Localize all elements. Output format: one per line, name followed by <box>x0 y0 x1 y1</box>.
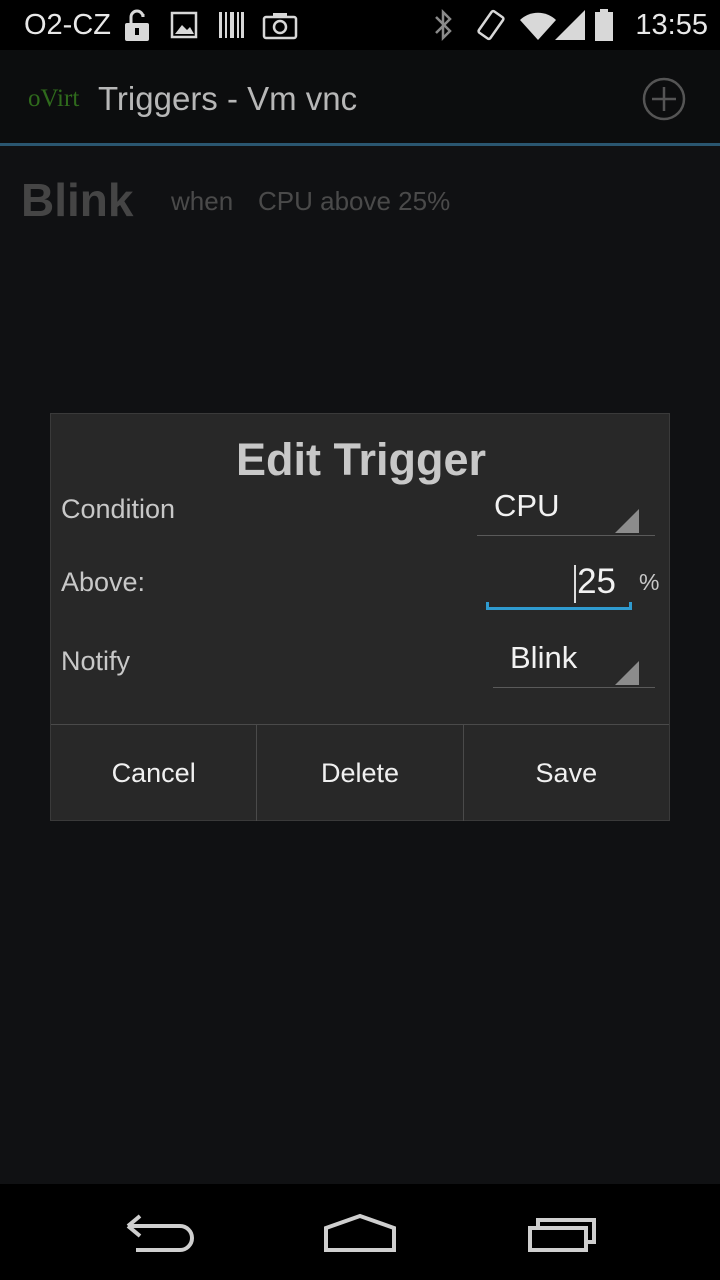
image-icon <box>170 11 198 39</box>
clock: 13:55 <box>635 9 708 41</box>
add-trigger-button[interactable] <box>640 75 688 123</box>
back-icon[interactable] <box>124 1208 196 1258</box>
dialog-title: Edit Trigger <box>235 434 487 485</box>
trigger-condition: CPU above 25% <box>258 186 451 216</box>
ovirt-logo: oVirt <box>28 85 80 112</box>
dialog-button-bar: Cancel Delete Save <box>51 724 669 821</box>
battery-icon <box>595 9 613 41</box>
condition-spinner[interactable]: CPU <box>477 488 655 536</box>
trigger-when-label: when <box>171 186 234 216</box>
bluetooth-icon <box>435 8 452 42</box>
action-bar: oVirt Triggers - Vm vnc <box>0 50 720 143</box>
above-value: 25 <box>577 562 616 601</box>
save-button[interactable]: Save <box>462 725 669 821</box>
above-threshold-input[interactable]: 25 <box>486 562 632 610</box>
condition-label: Condition <box>61 494 176 524</box>
carrier-label: O2-CZ <box>24 9 111 41</box>
home-icon[interactable] <box>322 1208 398 1258</box>
condition-value: CPU <box>494 488 560 523</box>
notify-spinner[interactable]: Blink <box>493 640 655 688</box>
trigger-notify-type: Blink <box>21 174 134 226</box>
page-title: Triggers - Vm vnc <box>98 80 358 117</box>
spinner-arrow-icon <box>615 661 639 685</box>
spinner-arrow-icon <box>615 509 639 533</box>
percent-unit: % <box>639 569 660 595</box>
unlock-icon <box>125 9 149 41</box>
wifi-icon <box>520 12 556 41</box>
barcode-icon <box>219 12 244 38</box>
cancel-button[interactable]: Cancel <box>51 725 256 821</box>
trigger-list-item[interactable]: Blink when CPU above 25% <box>0 146 720 256</box>
delete-button[interactable]: Delete <box>256 725 462 821</box>
edit-trigger-dialog: Edit Trigger Condition CPU Above: 25 % N… <box>50 413 670 821</box>
text-cursor <box>574 565 576 603</box>
camera-icon <box>262 13 298 40</box>
above-label: Above: <box>61 567 146 597</box>
status-bar: O2-CZ 13:55 <box>0 0 720 50</box>
notify-value: Blink <box>510 640 578 675</box>
signal-icon <box>555 10 585 40</box>
vibrate-icon <box>477 9 505 41</box>
notify-label: Notify <box>61 646 131 676</box>
recent-apps-icon[interactable] <box>526 1208 600 1258</box>
navigation-bar <box>0 1184 720 1280</box>
